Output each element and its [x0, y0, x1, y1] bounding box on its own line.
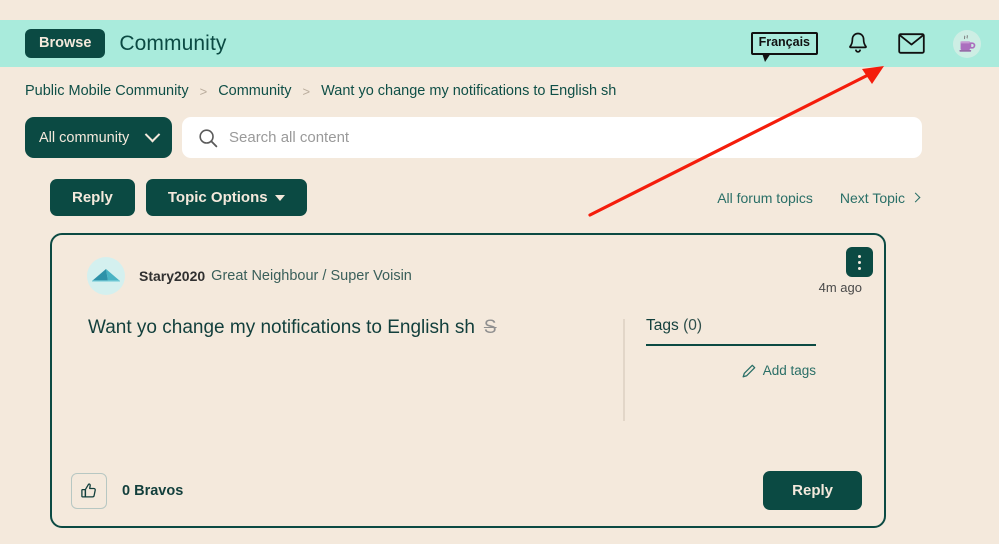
breadcrumb-item-community[interactable]: Community	[218, 83, 291, 99]
breadcrumb-separator: >	[199, 83, 208, 99]
site-header: Browse Community Français	[0, 20, 999, 67]
tags-label: Tags	[646, 317, 679, 334]
breadcrumb-item-current: Want yo change my notifications to Engli…	[321, 83, 617, 99]
kebab-dot	[858, 254, 861, 258]
post-options-button[interactable]	[846, 247, 873, 277]
search-row: All community Search all content	[25, 117, 999, 158]
pencil-icon	[742, 364, 756, 377]
strikethrough-s-glyph: S	[483, 317, 497, 338]
post-author-row: Stary2020 Great Neighbour / Super Voisin	[52, 235, 884, 295]
kebab-dot	[858, 260, 861, 264]
add-tags-label: Add tags	[762, 363, 816, 378]
coffee-mug-avatar-icon	[959, 34, 976, 52]
bravo-button[interactable]	[71, 472, 107, 509]
author-name[interactable]: Stary2020	[139, 268, 205, 284]
post-title-text: Want yo change my notifications to Engli…	[88, 317, 475, 338]
search-input[interactable]: Search all content	[182, 117, 922, 158]
topic-options-label: Topic Options	[167, 189, 268, 206]
browse-button[interactable]: Browse	[25, 28, 106, 59]
search-input-placeholder: Search all content	[229, 129, 350, 146]
notifications-button[interactable]	[846, 31, 870, 56]
post-body: Want yo change my notifications to Engli…	[52, 317, 884, 421]
search-scope-select[interactable]: All community	[25, 117, 172, 158]
add-tags-button[interactable]: Add tags	[646, 363, 816, 378]
topic-action-bar: Reply Topic Options All forum topics Nex…	[50, 179, 999, 216]
language-toggle-button[interactable]: Français	[750, 32, 818, 62]
author-avatar[interactable]	[87, 257, 125, 295]
post-title-row: Want yo change my notifications to Engli…	[88, 317, 623, 339]
paper-plane-avatar-icon	[92, 269, 120, 282]
tags-count: (0)	[683, 317, 703, 334]
chevron-right-icon	[910, 192, 921, 203]
all-forum-topics-link[interactable]: All forum topics	[717, 190, 813, 206]
post-footer: 0 Bravos Reply	[52, 471, 884, 510]
post-main-column: Want yo change my notifications to Engli…	[52, 317, 623, 421]
user-avatar-button[interactable]	[953, 29, 981, 58]
thumbs-up-icon	[81, 482, 96, 498]
reply-button-bottom[interactable]: Reply	[763, 471, 862, 510]
author-rank: Great Neighbour / Super Voisin	[211, 268, 412, 284]
tags-column: Tags (0) Add tags	[625, 317, 846, 421]
breadcrumb-item-root[interactable]: Public Mobile Community	[25, 83, 189, 99]
header-icon-group: Français	[750, 29, 981, 62]
messages-button[interactable]	[898, 33, 925, 54]
breadcrumb: Public Mobile Community > Community > Wa…	[0, 67, 999, 99]
page-title: Community	[119, 31, 227, 55]
post-timestamp: 4m ago	[818, 280, 862, 295]
kebab-dot	[858, 266, 861, 270]
envelope-icon	[898, 33, 925, 54]
caret-down-icon	[274, 194, 285, 201]
search-icon	[199, 128, 218, 147]
tags-header: Tags (0)	[646, 317, 816, 346]
next-topic-link[interactable]: Next Topic	[839, 189, 921, 206]
reply-button-top[interactable]: Reply	[50, 179, 135, 216]
next-topic-label: Next Topic	[839, 189, 905, 206]
search-scope-value: All community	[39, 129, 130, 146]
bravos-count-label: 0 Bravos	[122, 482, 184, 499]
post-card: 4m ago Stary2020 Great Neighbour / Super…	[50, 233, 886, 528]
chevron-down-icon	[144, 126, 161, 143]
breadcrumb-separator: >	[302, 83, 311, 99]
topic-options-button[interactable]: Topic Options	[145, 179, 307, 216]
bell-icon	[849, 32, 867, 53]
page-top-strip	[0, 0, 999, 20]
